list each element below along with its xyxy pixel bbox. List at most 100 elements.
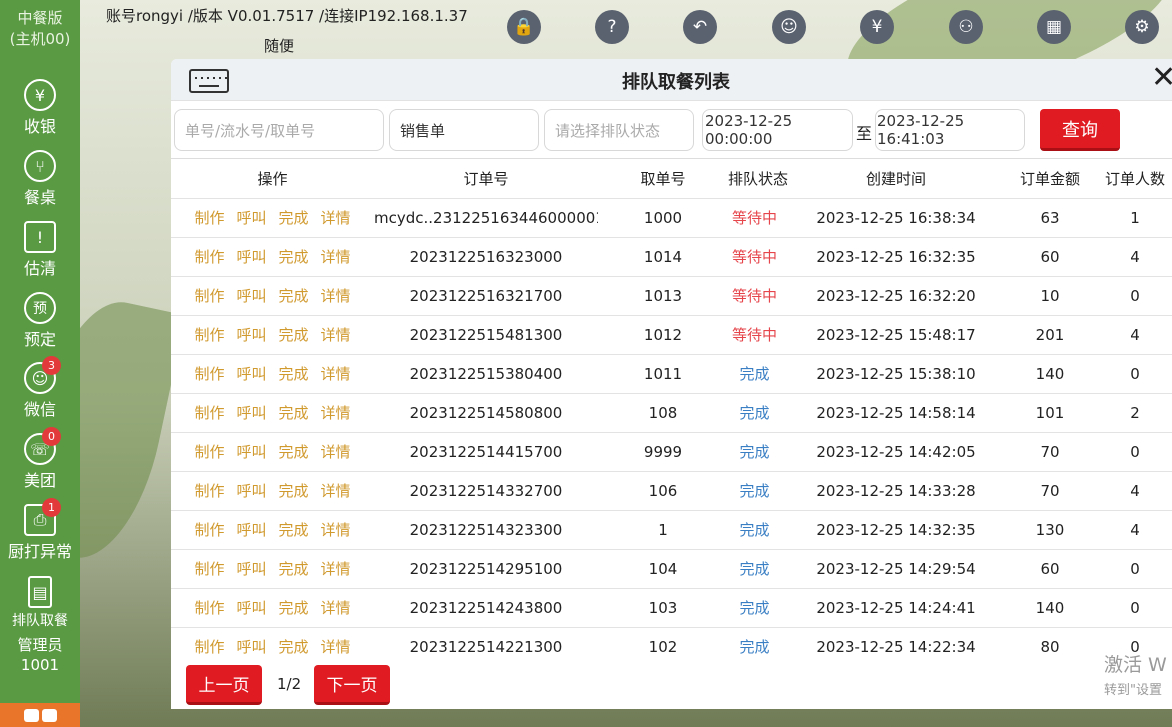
row-action-detail-button[interactable]: 详情 [321, 248, 351, 266]
row-action-detail-button[interactable]: 详情 [321, 365, 351, 383]
pickup-number: 108 [598, 393, 728, 433]
help-icon[interactable]: ? [595, 10, 629, 44]
toggle-button[interactable] [0, 703, 80, 727]
cashbox-icon[interactable]: ¥ [860, 10, 894, 44]
row-action-detail-button[interactable]: 详情 [321, 209, 351, 227]
row-action-call-button[interactable]: 呼叫 [236, 326, 266, 344]
query-button[interactable]: 查询 [1040, 109, 1120, 151]
row-action-detail-button[interactable]: 详情 [321, 638, 351, 656]
row-action-make-button[interactable]: 制作 [194, 638, 224, 656]
date-from-field[interactable]: 2023-12-25 00:00:00 [702, 109, 853, 151]
wechat-badge: 3 [42, 356, 61, 375]
row-action-call-button[interactable]: 呼叫 [236, 404, 266, 422]
row-action-make-button[interactable]: 制作 [194, 209, 224, 227]
row-actions: 制作 呼叫 完成 详情 [171, 198, 374, 238]
row-action-call-button[interactable]: 呼叫 [236, 521, 266, 539]
next-page-button[interactable]: 下一页 [314, 665, 390, 705]
row-actions: 制作 呼叫 完成 详情 [171, 510, 374, 550]
row-action-call-button[interactable]: 呼叫 [236, 365, 266, 383]
row-action-detail-button[interactable]: 详情 [321, 326, 351, 344]
row-action-make-button[interactable]: 制作 [194, 482, 224, 500]
watermark-line: 激活 W [1104, 654, 1167, 676]
row-action-make-button[interactable]: 制作 [194, 404, 224, 422]
close-icon[interactable]: ✕ [1151, 63, 1172, 93]
row-action-call-button[interactable]: 呼叫 [236, 560, 266, 578]
row-action-detail-button[interactable]: 详情 [321, 599, 351, 617]
sidebar-item-label: 收银 [23, 117, 56, 136]
sidebar-item-meituan[interactable]: ☏ 0 美团 [0, 427, 80, 491]
row-action-complete-button[interactable]: 完成 [279, 599, 309, 617]
toggle-icon [41, 708, 57, 722]
back-icon[interactable]: ↶ [683, 10, 717, 44]
row-action-call-button[interactable]: 呼叫 [236, 248, 266, 266]
row-action-make-button[interactable]: 制作 [194, 560, 224, 578]
row-actions: 制作 呼叫 完成 详情 [171, 276, 374, 316]
row-action-call-button[interactable]: 呼叫 [236, 209, 266, 227]
row-action-complete-button[interactable]: 完成 [279, 287, 309, 305]
sidebar-item-kitchen-print-error[interactable]: ⎙ 1 厨打异常 [0, 498, 80, 562]
queue-status: 等待中 [728, 237, 781, 277]
sidebar-item-wechat[interactable]: ☺ 3 微信 [0, 356, 80, 420]
row-action-complete-button[interactable]: 完成 [279, 443, 309, 461]
row-action-complete-button[interactable]: 完成 [279, 521, 309, 539]
row-action-complete-button[interactable]: 完成 [279, 209, 309, 227]
dialog-header: 排队取餐列表 ✕ [171, 59, 1172, 101]
member-icon[interactable]: ☺ [772, 10, 806, 44]
sidebar-item-queue-pickup[interactable]: ▤ 排队取餐 [0, 576, 80, 630]
pickup-number: 1014 [598, 237, 728, 277]
sidebar-item-soldout[interactable]: ! 估清 [0, 221, 80, 279]
row-action-call-button[interactable]: 呼叫 [236, 599, 266, 617]
row-action-complete-button[interactable]: 完成 [279, 248, 309, 266]
created-time: 2023-12-25 16:32:35 [781, 237, 1011, 277]
row-action-make-button[interactable]: 制作 [194, 443, 224, 461]
brand: 中餐版 (主机00) [0, 0, 80, 50]
sidebar-item-tables[interactable]: ⑂ 餐桌 [0, 150, 80, 208]
user-role: 管理员 [17, 636, 63, 654]
order-amount: 130 [1011, 510, 1089, 550]
date-to-field[interactable]: 2023-12-25 16:41:03 [875, 109, 1025, 151]
sidebar-item-label: 餐桌 [23, 188, 56, 207]
pickup-number: 1012 [598, 315, 728, 355]
sidebar-item-label: 美团 [23, 471, 56, 490]
settings-icon[interactable]: ⚙ [1125, 10, 1159, 44]
row-action-make-button[interactable]: 制作 [194, 365, 224, 383]
table-row: 制作 呼叫 完成 详情 2023122514415700 9999 完成 2023-12-25… [171, 432, 1172, 472]
row-action-complete-button[interactable]: 完成 [279, 326, 309, 344]
row-action-detail-button[interactable]: 详情 [321, 560, 351, 578]
column-header: 操作 [171, 159, 374, 199]
row-action-complete-button[interactable]: 完成 [279, 482, 309, 500]
row-action-complete-button[interactable]: 完成 [279, 404, 309, 422]
row-action-detail-button[interactable]: 详情 [321, 482, 351, 500]
sidebar-item-cashier[interactable]: ¥ 收银 [0, 79, 80, 137]
row-action-make-button[interactable]: 制作 [194, 248, 224, 266]
row-action-call-button[interactable]: 呼叫 [236, 638, 266, 656]
row-action-make-button[interactable]: 制作 [194, 599, 224, 617]
row-action-make-button[interactable]: 制作 [194, 287, 224, 305]
sidebar-item-label: 微信 [23, 400, 56, 419]
row-action-complete-button[interactable]: 完成 [279, 638, 309, 656]
prev-page-button[interactable]: 上一页 [186, 665, 262, 705]
row-action-call-button[interactable]: 呼叫 [236, 482, 266, 500]
search-input[interactable]: 单号/流水号/取单号 [174, 109, 384, 151]
row-action-make-button[interactable]: 制作 [194, 326, 224, 344]
row-action-detail-button[interactable]: 详情 [321, 287, 351, 305]
row-action-complete-button[interactable]: 完成 [279, 560, 309, 578]
manage-icon[interactable]: ▦ [1037, 10, 1071, 44]
row-action-make-button[interactable]: 制作 [194, 521, 224, 539]
row-action-complete-button[interactable]: 完成 [279, 365, 309, 383]
row-action-detail-button[interactable]: 详情 [321, 404, 351, 422]
row-action-detail-button[interactable]: 详情 [321, 443, 351, 461]
lock-icon[interactable]: 🔒 [507, 10, 541, 44]
order-number: 2023122514580800 [374, 393, 598, 433]
sidebar-item-reservation[interactable]: 预 预定 [0, 292, 80, 350]
status-select[interactable]: 请选择排队状态 [544, 109, 694, 151]
row-action-call-button[interactable]: 呼叫 [236, 443, 266, 461]
user-id: 1001 [20, 656, 60, 674]
created-time: 2023-12-25 14:42:05 [781, 432, 1011, 472]
column-header: 订单金额 [1011, 159, 1089, 199]
row-actions: 制作 呼叫 完成 详情 [171, 432, 374, 472]
row-action-detail-button[interactable]: 详情 [321, 521, 351, 539]
order-type-select[interactable]: 销售单 [389, 109, 539, 151]
row-action-call-button[interactable]: 呼叫 [236, 287, 266, 305]
staff-icon[interactable]: ⚇ [949, 10, 983, 44]
